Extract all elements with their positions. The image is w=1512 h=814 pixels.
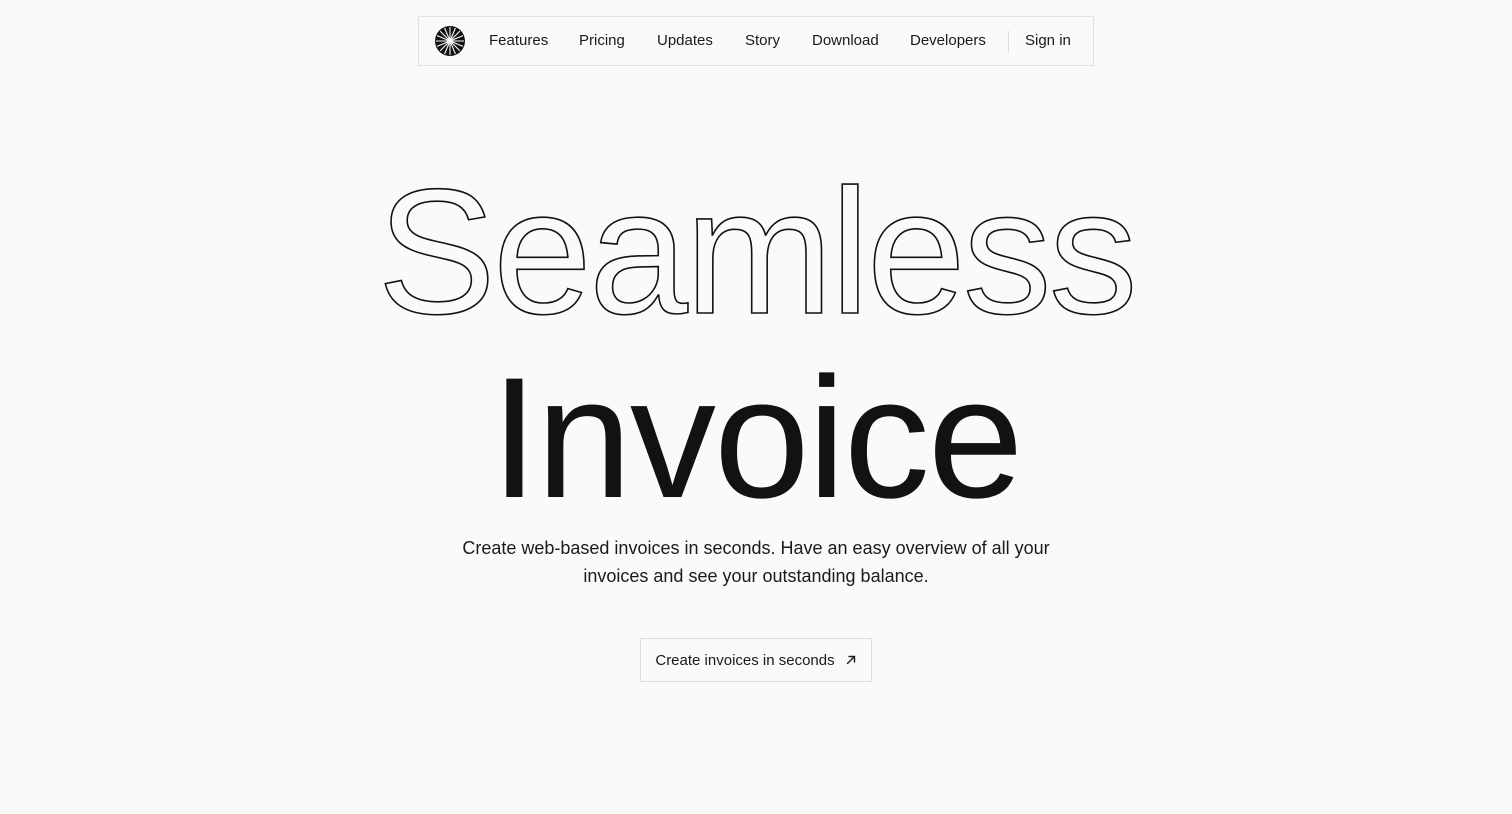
nav-link-features[interactable]: Features (489, 17, 548, 65)
sunburst-logo-icon[interactable] (435, 26, 465, 56)
arrow-up-right-icon (846, 655, 855, 665)
nav-link-download[interactable]: Download (812, 17, 879, 65)
hero-outline-word: Seamless (377, 152, 1135, 340)
nav-link-updates[interactable]: Updates (657, 17, 713, 65)
nav-link-pricing[interactable]: Pricing (579, 17, 625, 65)
hero-subtitle: Create web-based invoices in seconds. Ha… (462, 538, 1050, 586)
sign-in-link[interactable]: Sign in (1025, 17, 1071, 65)
nav-divider (1008, 31, 1009, 52)
nav-link-developers[interactable]: Developers (910, 17, 986, 65)
landing-page: Features Pricing Updates Story Download … (0, 0, 1512, 814)
create-invoices-button[interactable]: Create invoices in seconds (640, 638, 872, 682)
top-navigation: Features Pricing Updates Story Download … (418, 16, 1094, 66)
nav-link-story[interactable]: Story (745, 17, 780, 65)
hero-title-outline: Seamless (376, 151, 1138, 340)
hero-title-solid: Invoice (490, 342, 1024, 534)
cta-label: Create invoices in seconds (655, 651, 835, 669)
